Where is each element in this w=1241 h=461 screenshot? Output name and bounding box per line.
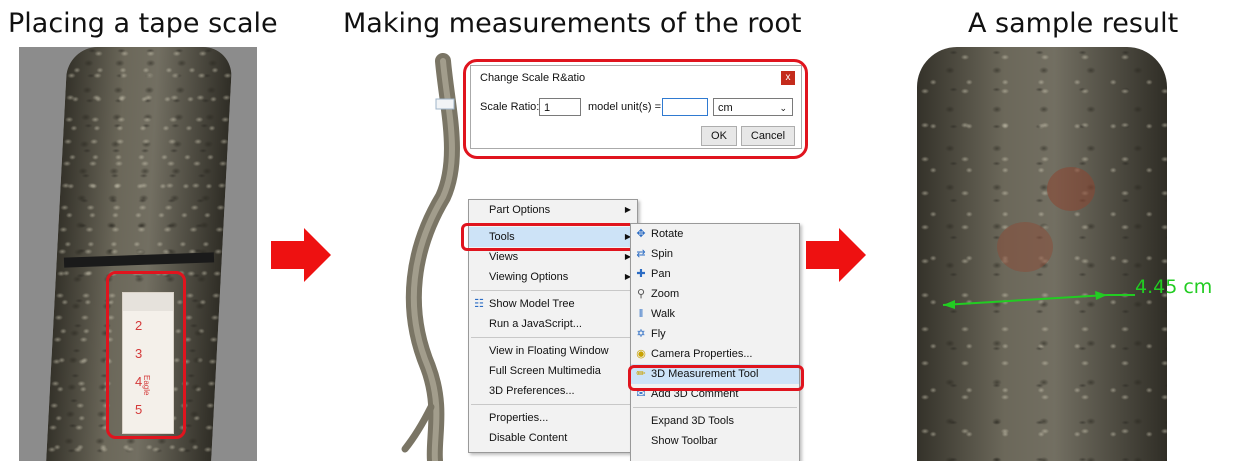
measurement-panel: Change Scale R&atio x Scale Ratio: 1 mod… bbox=[343, 47, 809, 461]
menu-item-part-options[interactable]: Part Options ▶ bbox=[469, 200, 637, 220]
menu-separator bbox=[471, 404, 635, 405]
submenu-item-label: Camera Properties... bbox=[651, 348, 753, 360]
menu-item-viewing-options[interactable]: Viewing Options ▶ bbox=[469, 267, 637, 287]
menu-item-label: Disable Content bbox=[489, 432, 568, 444]
menu-item-label: Run a JavaScript... bbox=[489, 318, 582, 330]
model-tree-icon: ☷ bbox=[474, 298, 484, 310]
rotate-icon: ✥ bbox=[636, 228, 646, 240]
menu-item-label: Viewing Options bbox=[489, 271, 569, 283]
submenu-item-walk[interactable]: ‖ Walk bbox=[631, 304, 799, 324]
tools-submenu: ✥ Rotate ⇄ Spin ✚ Pan ⚲ Zoom ‖ Walk ✡ Fly ◉ Cam… bbox=[630, 223, 800, 461]
pan-icon: ✚ bbox=[636, 268, 646, 280]
menu-separator bbox=[471, 290, 635, 291]
submenu-item-label: Pan bbox=[651, 268, 671, 280]
menu-item-label: View in Floating Window bbox=[489, 345, 609, 357]
measurement-line bbox=[942, 291, 1135, 309]
right-panel-title: A sample result bbox=[968, 8, 1179, 39]
menu-item-full-screen-multimedia[interactable]: Full Screen Multimedia bbox=[469, 361, 637, 381]
tools-highlight-box bbox=[461, 223, 637, 251]
submenu-item-spin[interactable]: ⇄ Spin bbox=[631, 244, 799, 264]
submenu-item-pan[interactable]: ✚ Pan bbox=[631, 264, 799, 284]
menu-item-label: Part Options bbox=[489, 204, 551, 216]
measurement-tool-highlight-box bbox=[628, 365, 804, 391]
submenu-item-label: Rotate bbox=[651, 228, 684, 240]
submenu-item-label: Spin bbox=[651, 248, 674, 260]
walk-icon: ‖ bbox=[638, 308, 644, 320]
tape-scale-panel: 2 3 4 5 Eagle bbox=[19, 47, 257, 461]
submenu-item-fly[interactable]: ✡ Fly bbox=[631, 324, 799, 344]
menu-item-properties[interactable]: Properties... bbox=[469, 408, 637, 428]
zoom-icon: ⚲ bbox=[636, 288, 646, 300]
menu-item-label: Properties... bbox=[489, 412, 549, 424]
measurement-value-label: 4.45 cm bbox=[1135, 276, 1213, 298]
menu-item-view-floating-window[interactable]: View in Floating Window bbox=[469, 341, 637, 361]
menu-item-3d-preferences[interactable]: 3D Preferences... bbox=[469, 381, 637, 401]
submenu-item-label: Zoom bbox=[651, 288, 680, 300]
camera-icon: ◉ bbox=[636, 348, 646, 360]
submenu-arrow-icon: ▶ bbox=[624, 205, 631, 214]
submenu-item-rotate[interactable]: ✥ Rotate bbox=[631, 224, 799, 244]
middle-panel-title: Making measurements of the root bbox=[343, 8, 802, 39]
submenu-item-camera-properties[interactable]: ◉ Camera Properties... bbox=[631, 344, 799, 364]
fly-icon: ✡ bbox=[636, 328, 646, 340]
submenu-item-expand-3d-tools[interactable]: Expand 3D Tools bbox=[631, 411, 799, 431]
submenu-item-show-toolbar[interactable]: Show Toolbar bbox=[631, 431, 799, 451]
submenu-item-label: Show Toolbar bbox=[651, 435, 718, 447]
menu-item-disable-content[interactable]: Disable Content bbox=[469, 428, 637, 448]
menu-item-label: Show Model Tree bbox=[489, 298, 575, 310]
submenu-item-zoom[interactable]: ⚲ Zoom bbox=[631, 284, 799, 304]
menu-item-label: Full Screen Multimedia bbox=[489, 365, 601, 377]
left-panel-title: Placing a tape scale bbox=[8, 8, 278, 39]
menu-separator bbox=[471, 337, 635, 338]
submenu-item-label: Walk bbox=[651, 308, 676, 320]
spin-icon: ⇄ bbox=[636, 248, 646, 260]
tape-highlight-box bbox=[106, 271, 186, 439]
dialog-highlight-box bbox=[463, 59, 808, 159]
submenu-item-label: Expand 3D Tools bbox=[651, 415, 734, 427]
menu-separator bbox=[633, 407, 797, 408]
submenu-item-label: Fly bbox=[651, 328, 666, 340]
menu-item-label: 3D Preferences... bbox=[489, 385, 575, 397]
menu-item-show-model-tree[interactable]: ☷ Show Model Tree bbox=[469, 294, 637, 314]
result-panel: 4.45 cm bbox=[877, 47, 1241, 461]
menu-item-run-javascript[interactable]: Run a JavaScript... bbox=[469, 314, 637, 334]
menu-item-label: Views bbox=[489, 251, 519, 263]
